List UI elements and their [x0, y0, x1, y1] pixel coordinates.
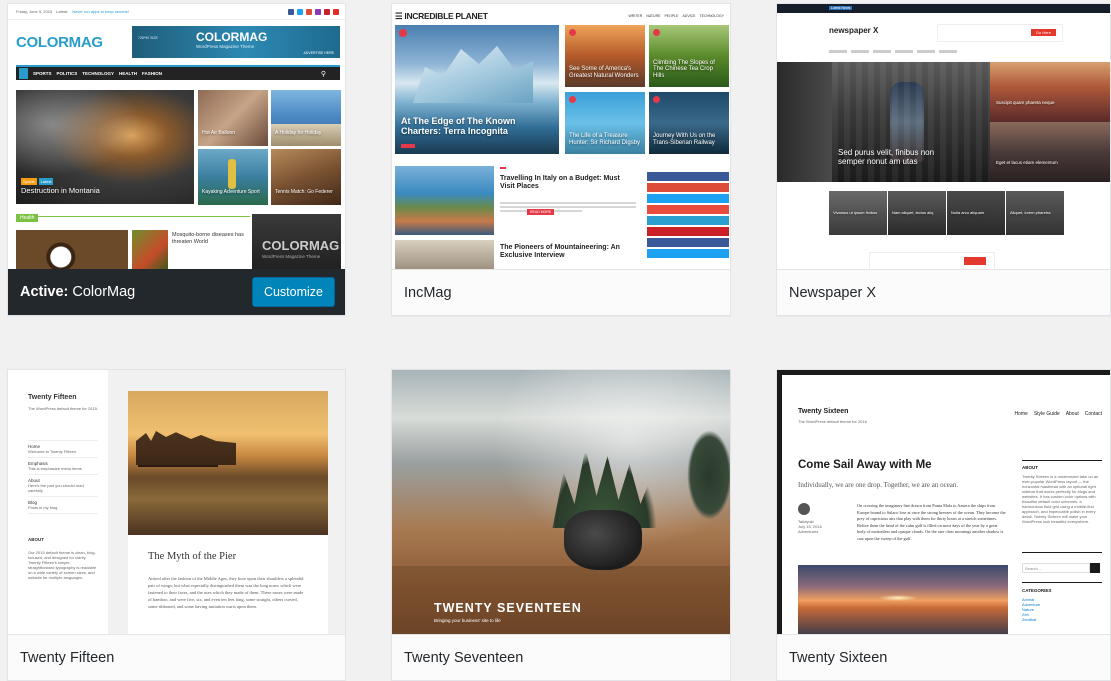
hero-title: Destruction in Montania [21, 186, 100, 196]
preview-logo: COLORMAG [16, 34, 103, 51]
theme-name: Twenty Seventeen [404, 649, 524, 666]
site-tagline: Bringing your business' site to life [434, 618, 501, 623]
site-title: Twenty Fifteen [28, 394, 77, 401]
pinterest-icon [324, 8, 330, 15]
preview-logo: newspaper X [829, 26, 879, 35]
theme-screenshot[interactable]: Latest News newspaper X Go Here Sed puru… [777, 4, 1110, 271]
tile-image: Journey With Us on the Trans-Siberian Ra… [649, 92, 729, 154]
tile-image: A Holiday for Holiday [271, 90, 341, 146]
tile-image: Hot Air Balloon [198, 90, 268, 146]
customize-button[interactable]: Customize [251, 277, 335, 307]
theme-screenshot[interactable]: Friday, June 5, 2015 Latest: Never run a… [8, 4, 345, 271]
topbar-latest: Latest: [56, 9, 69, 14]
tile-image: Suscipit quam phareta neque [990, 62, 1110, 122]
tile-image: Kayaking Adventure Sport [198, 149, 268, 205]
theme-name: Twenty Sixteen [789, 649, 888, 666]
theme-card-twenty-fifteen[interactable]: Twenty Fifteen The WordPress default the… [7, 369, 346, 681]
pot-image [564, 510, 642, 570]
preview-nav: WRITER NATURE PEOPLE ADVICE TECHNOLOGY [628, 14, 724, 18]
post-title: The Myth of the Pier [148, 551, 237, 562]
tile-image: Eget et lacus etiam elementum [990, 122, 1110, 182]
post-image [395, 166, 494, 235]
twitter-icon [297, 8, 303, 15]
theme-name-bar: Twenty Sixteen [777, 634, 1110, 680]
post-image [395, 240, 494, 271]
facebook-icon [288, 8, 294, 15]
preview-banner: 728*90 SIZE COLORMAG WordPress Magazine … [132, 26, 340, 58]
theme-screenshot[interactable]: Twenty Fifteen The WordPress default the… [8, 370, 345, 636]
theme-name: Newspaper X [789, 284, 877, 301]
hero-image: Sed purus velit, finibus non semper nonu… [832, 62, 990, 182]
post-image [798, 565, 1008, 636]
tile-image: Tennis Match: Go Federer [271, 149, 341, 205]
theme-grid: Friday, June 5, 2015 Latest: Never run a… [0, 0, 1111, 681]
preview-nav [829, 50, 957, 53]
theme-name: IncMag [404, 284, 452, 301]
topbar-date: Friday, June 5, 2015 [16, 9, 53, 14]
theme-name: Twenty Fifteen [20, 649, 115, 666]
preview-page: Twenty Sixteen The WordPress default the… [782, 375, 1110, 636]
hero-title: At The Edge of The Known Charters: Terra… [401, 116, 516, 136]
tile-image: Climbing The Slopes of The Chinese Tea C… [649, 25, 729, 87]
side-banner: COLORMAG WordPress Magazine Theme [252, 214, 341, 271]
search-icon: ⚲ [320, 70, 326, 78]
avatar [798, 503, 810, 515]
banner-logo: COLORMAG [196, 30, 268, 44]
post-title: The Pioneers of Mountaineering: An Exclu… [500, 244, 620, 259]
post-title: Mosquito-borne diseases has threaten Wor… [172, 232, 244, 245]
strip-item: Nam aliquet, lectus aliq [888, 191, 946, 235]
preview-sidebar: ABOUT Twenty Sixteen is a modernized tak… [1022, 460, 1102, 524]
youtube-icon [333, 8, 339, 15]
preview-nav: SPORTS POLITICS TECHNOLOGY HEALTH FASHIO… [16, 65, 340, 80]
hero-image: At The Edge of The Known Charters: Terra… [395, 25, 559, 154]
theme-screenshot[interactable]: ☰ INCREDIBLE PLANET WRITER NATURE PEOPLE AD… [392, 4, 730, 271]
strip-item: Nulla arcu aliquam [947, 191, 1005, 235]
post-image [16, 230, 128, 271]
theme-card-incmag[interactable]: ☰ INCREDIBLE PLANET WRITER NATURE PEOPLE AD… [391, 3, 731, 316]
preview-nav: Home Style Guide About Contact [1014, 411, 1102, 417]
googleplus-icon [306, 8, 312, 15]
theme-name: Active: ColorMag [20, 284, 136, 300]
post-lead: Individually, we are one drop. Together,… [798, 481, 959, 489]
theme-card-colormag[interactable]: Friday, June 5, 2015 Latest: Never run a… [7, 3, 346, 316]
theme-card-newspaper-x[interactable]: Latest News newspaper X Go Here Sed puru… [776, 3, 1111, 316]
post-title: Travelling In Italy on a Budget: Must Vi… [500, 175, 620, 190]
theme-name-bar: Newspaper X [777, 269, 1110, 315]
theme-card-twenty-seventeen[interactable]: TWENTY SEVENTEEN Bringing your business'… [391, 369, 731, 681]
social-column [647, 172, 729, 260]
section-label: Health [16, 214, 39, 222]
theme-card-twenty-sixteen[interactable]: Twenty Sixteen The WordPress default the… [776, 369, 1111, 681]
hero-image: Sports Latest Destruction in Montania [16, 90, 194, 204]
post-title: Come Sail Away with Me [798, 459, 932, 471]
post-image [128, 391, 328, 535]
hero-title: Sed purus velit, finibus non semper nonu… [838, 148, 935, 166]
strip-item: Aliquet, lorem pharetra [1006, 191, 1064, 235]
preview-sidebar: Twenty Fifteen The WordPress default the… [8, 370, 108, 636]
theme-name-bar: Active: ColorMag Customize [8, 269, 345, 315]
tile-image: See Some of America's Greatest Natural W… [565, 25, 645, 87]
theme-screenshot[interactable]: TWENTY SEVENTEEN Bringing your business'… [392, 370, 730, 636]
theme-name-bar: Twenty Fifteen [8, 634, 345, 680]
strip-item: Vivamus ut ipsum finibus [829, 191, 887, 235]
post-thumb [132, 230, 168, 270]
theme-screenshot[interactable]: Twenty Sixteen The WordPress default the… [777, 370, 1110, 636]
site-title: TWENTY SEVENTEEN [434, 601, 582, 615]
search-icon [1090, 563, 1100, 573]
search-input: Search ... [1022, 563, 1090, 573]
topbar-link: Never run apps to keep secrets! [72, 9, 129, 14]
home-icon [19, 68, 28, 79]
theme-name-bar: Twenty Seventeen [392, 634, 730, 680]
preview-logo: ☰ INCREDIBLE PLANET [395, 11, 488, 21]
site-title: Twenty Sixteen [798, 408, 849, 415]
preview-post: The Myth of the Pier Attired after the f… [128, 391, 328, 636]
theme-name-bar: IncMag [392, 269, 730, 315]
post-excerpt: Attired after the fashion of the Middle … [148, 576, 304, 609]
preview-banner: Go Here [937, 24, 1063, 42]
post-excerpt: On crossing the imaginary line drawn fro… [857, 503, 1006, 541]
preview-topbar: Latest News [777, 4, 1110, 13]
tile-image: The Life of a Treasure Hunter: Sir Richa… [565, 92, 645, 154]
instagram-icon [315, 8, 321, 15]
